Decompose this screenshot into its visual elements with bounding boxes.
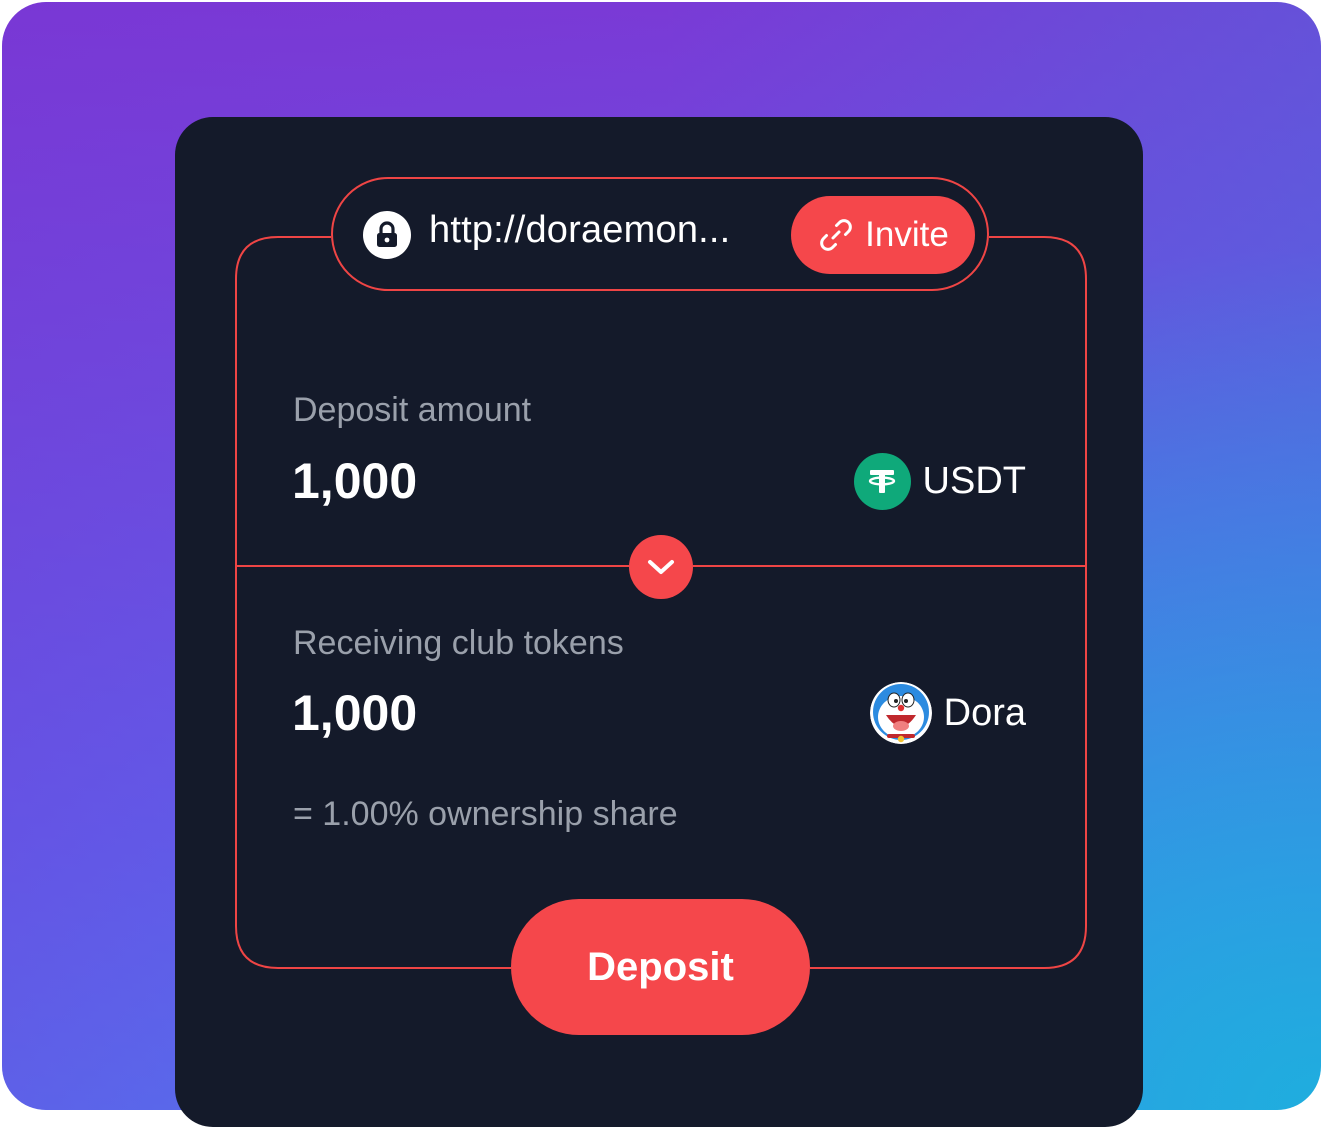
deposit-amount-label: Deposit amount (293, 391, 532, 429)
deposit-amount-input[interactable]: 1,000 (292, 452, 417, 510)
dora-icon (869, 682, 932, 744)
lock-icon (363, 211, 411, 259)
receiving-token: Dora (869, 682, 1026, 744)
chevron-down-icon (646, 557, 676, 577)
link-icon (817, 216, 855, 254)
invite-url[interactable]: http://doraemon... (429, 209, 730, 252)
deposit-token-name: USDT (922, 459, 1026, 502)
receiving-tokens-label: Receiving club tokens (293, 624, 624, 662)
invite-label: Invite (865, 215, 949, 254)
deposit-button[interactable]: Deposit (511, 899, 810, 1035)
deposit-token-selector[interactable]: USDT (853, 451, 1026, 511)
swap-direction-button[interactable] (629, 535, 693, 599)
receiving-amount: 1,000 (292, 685, 418, 741)
receiving-token-name: Dora (943, 691, 1026, 734)
invite-link-bar: http://doraemon... Invite (331, 177, 989, 291)
usdt-icon (853, 452, 911, 510)
ownership-share-text: = 1.00% ownership share (293, 795, 678, 833)
invite-button[interactable]: Invite (791, 196, 975, 274)
